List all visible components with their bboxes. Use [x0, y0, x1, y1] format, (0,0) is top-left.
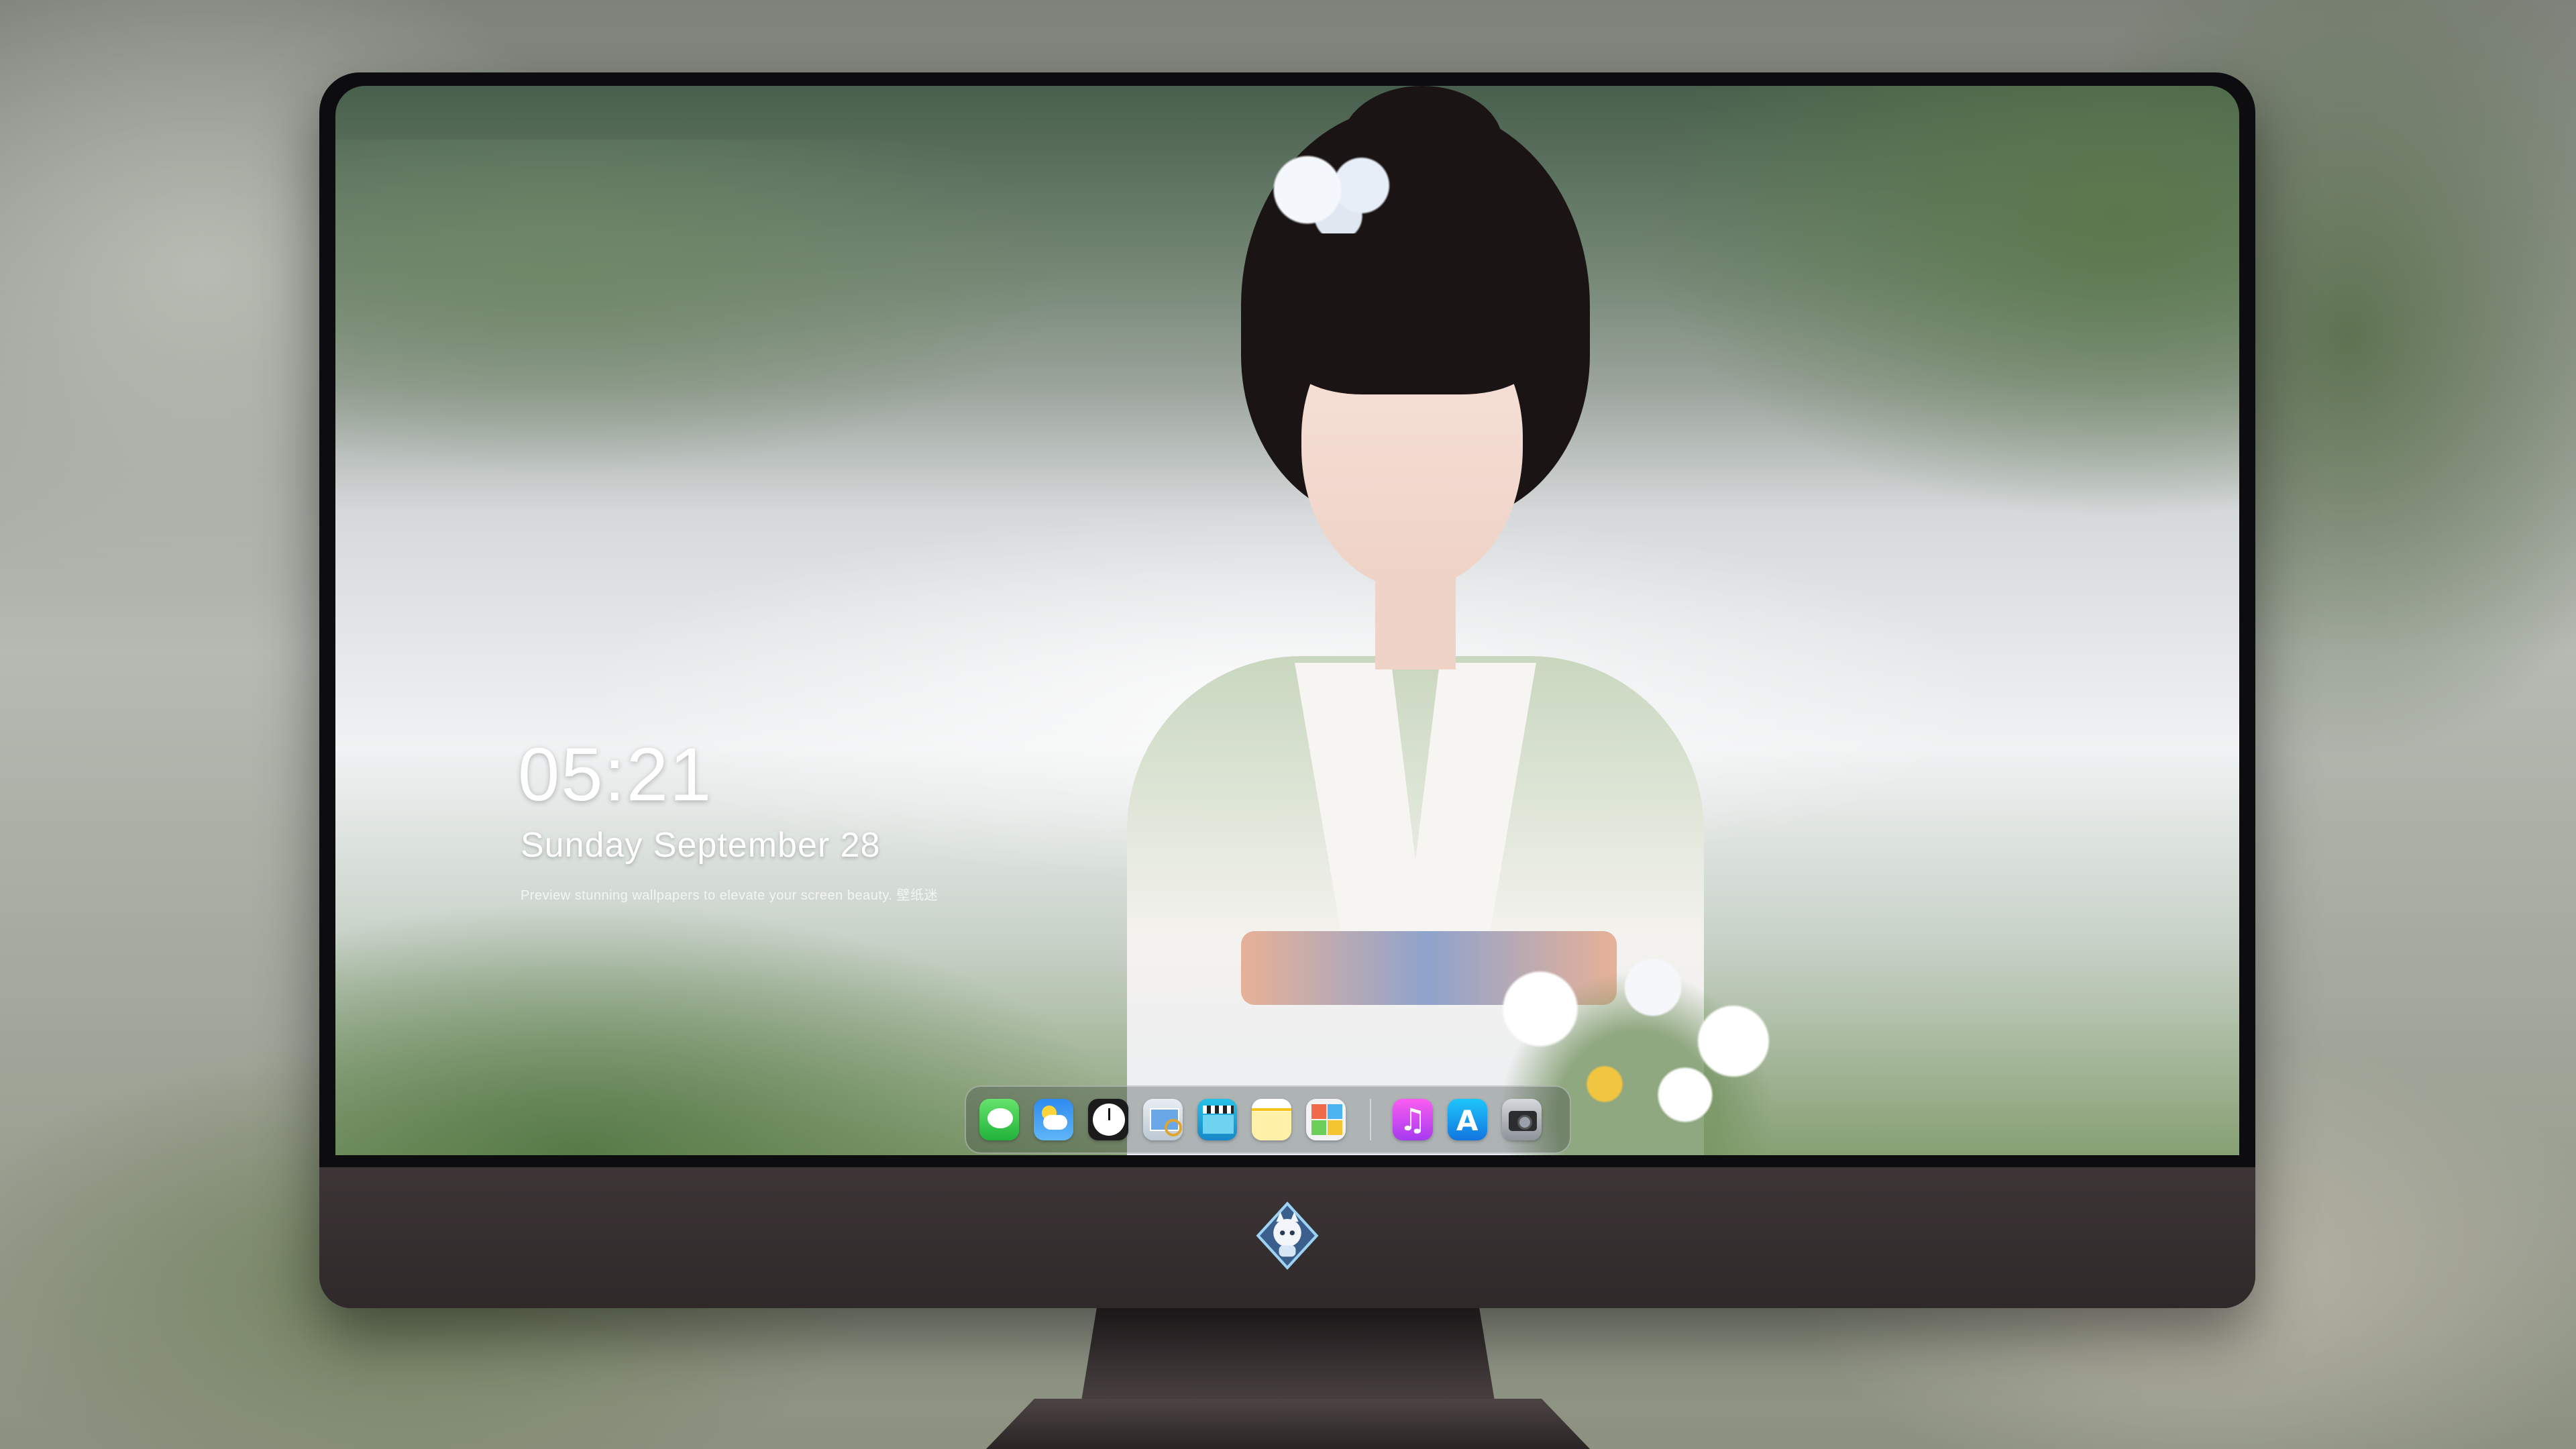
app-dock — [965, 1085, 1571, 1154]
camera-icon[interactable] — [1501, 1099, 1542, 1140]
app-store-icon[interactable] — [1447, 1099, 1487, 1140]
music-icon[interactable] — [1393, 1099, 1433, 1140]
wallpaper-figure — [1040, 86, 1845, 1155]
monitor-stand-neck — [1080, 1308, 1496, 1409]
dock-separator — [1370, 1099, 1372, 1140]
monitor-stand-base — [986, 1399, 1590, 1449]
lockscreen-date: Sunday September 28 — [521, 826, 881, 865]
wallpaper-trees-left — [335, 140, 1073, 475]
photos-icon[interactable] — [1306, 1099, 1346, 1140]
desktop-screen: 05:21 Sunday September 28 Preview stunni… — [335, 86, 2239, 1155]
clock-icon[interactable] — [1088, 1099, 1128, 1140]
lockscreen-clock: 05:21 — [518, 733, 713, 816]
messages-icon[interactable] — [979, 1099, 1020, 1140]
preview-icon[interactable] — [1142, 1099, 1183, 1140]
weather-icon[interactable] — [1034, 1099, 1074, 1140]
notes-icon[interactable] — [1252, 1099, 1292, 1140]
clapperboard-icon[interactable] — [1197, 1099, 1238, 1140]
monitor-chin — [319, 1167, 2255, 1308]
mascot-logo-icon — [1256, 1201, 1319, 1270]
lockscreen-tagline: Preview stunning wallpapers to elevate y… — [521, 888, 938, 903]
